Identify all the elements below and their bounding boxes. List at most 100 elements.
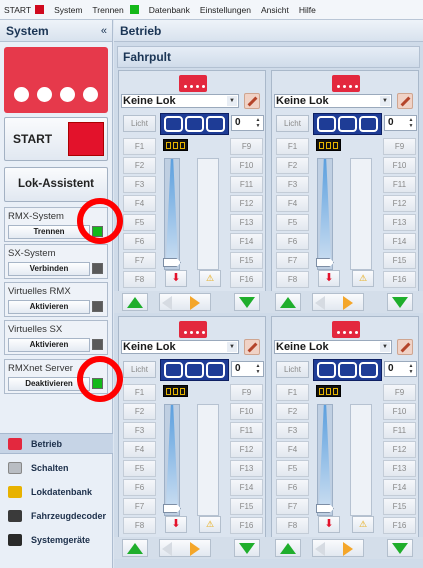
toggle-direction-button[interactable] xyxy=(159,293,211,311)
wrench-icon[interactable] xyxy=(397,339,413,355)
function-button[interactable]: F1 xyxy=(276,384,309,401)
function-button[interactable]: F5 xyxy=(276,214,309,231)
function-button[interactable]: F14 xyxy=(230,233,263,250)
function-button[interactable]: F5 xyxy=(276,460,309,477)
chevron-down-icon[interactable]: ▼ xyxy=(380,96,390,106)
function-button[interactable]: F10 xyxy=(383,403,416,420)
function-button[interactable]: F4 xyxy=(276,195,309,212)
wrench-icon[interactable] xyxy=(244,339,260,355)
function-button[interactable]: F9 xyxy=(383,138,416,155)
menu-ansicht[interactable]: Ansicht xyxy=(261,5,289,15)
warning-icon[interactable]: ⚠ xyxy=(352,270,374,287)
function-button[interactable]: F16 xyxy=(230,517,263,534)
slider-knob[interactable] xyxy=(316,504,334,513)
function-button[interactable]: F8 xyxy=(123,517,156,534)
nav-schalten[interactable]: Schalten xyxy=(0,457,113,478)
function-button[interactable]: F11 xyxy=(383,422,416,439)
chevron-down-icon[interactable]: ▼ xyxy=(380,342,390,352)
licht-button[interactable]: Licht xyxy=(276,361,309,378)
function-button[interactable]: F15 xyxy=(230,498,263,515)
arrow-down-icon[interactable]: ⬇ xyxy=(165,516,187,533)
start-button[interactable]: START xyxy=(4,117,108,161)
warning-icon[interactable]: ⚠ xyxy=(199,516,221,533)
function-button[interactable]: F16 xyxy=(383,271,416,288)
function-button[interactable]: F1 xyxy=(123,384,156,401)
virtual-sx-aktivieren-button[interactable]: Aktivieren xyxy=(8,338,90,352)
slider-knob[interactable] xyxy=(163,504,181,513)
function-button[interactable]: F13 xyxy=(383,460,416,477)
function-button[interactable]: F15 xyxy=(230,252,263,269)
virtual-rmx-aktivieren-button[interactable]: Aktivieren xyxy=(8,300,90,314)
function-button[interactable]: F9 xyxy=(230,138,263,155)
function-button[interactable]: F11 xyxy=(230,422,263,439)
nav-betrieb[interactable]: Betrieb xyxy=(0,433,113,454)
function-button[interactable]: F6 xyxy=(276,479,309,496)
loco-select[interactable]: Keine Lok ▼ xyxy=(121,94,239,108)
forward-button[interactable] xyxy=(122,539,148,557)
function-button[interactable]: F6 xyxy=(123,479,156,496)
reverse-button[interactable] xyxy=(387,293,413,311)
loco-select[interactable]: Keine Lok ▼ xyxy=(121,340,239,354)
function-button[interactable]: F6 xyxy=(276,233,309,250)
function-button[interactable]: F14 xyxy=(230,479,263,496)
function-button[interactable]: F12 xyxy=(383,195,416,212)
lok-assistant-button[interactable]: Lok-Assistent xyxy=(4,167,108,202)
licht-button[interactable]: Licht xyxy=(123,115,156,132)
menu-datenbank[interactable]: Datenbank xyxy=(149,5,190,15)
arrow-down-icon[interactable]: ⬇ xyxy=(318,270,340,287)
forward-button[interactable] xyxy=(275,539,301,557)
licht-button[interactable]: Licht xyxy=(276,115,309,132)
speed-step-input[interactable]: 0 ▲ ▼ xyxy=(384,115,417,131)
forward-button[interactable] xyxy=(275,293,301,311)
sx-verbinden-button[interactable]: Verbinden xyxy=(8,262,90,276)
loco-select[interactable]: Keine Lok ▼ xyxy=(274,340,392,354)
warning-icon[interactable]: ⚠ xyxy=(352,516,374,533)
menu-system[interactable]: System xyxy=(54,5,82,15)
function-button[interactable]: F1 xyxy=(276,138,309,155)
function-button[interactable]: F2 xyxy=(276,403,309,420)
function-button[interactable]: F9 xyxy=(383,384,416,401)
function-button[interactable]: F4 xyxy=(123,441,156,458)
chevron-down-icon[interactable]: ▼ xyxy=(227,342,237,352)
speed-slider[interactable] xyxy=(163,404,181,516)
function-button[interactable]: F14 xyxy=(383,479,416,496)
arrow-down-icon[interactable]: ⬇ xyxy=(165,270,187,287)
chevron-down-icon[interactable]: ▼ xyxy=(227,96,237,106)
function-button[interactable]: F3 xyxy=(123,422,156,439)
function-button[interactable]: F16 xyxy=(230,271,263,288)
toggle-direction-button[interactable] xyxy=(312,293,364,311)
nav-lokdatenbank[interactable]: Lokdatenbank xyxy=(0,481,113,502)
function-button[interactable]: F4 xyxy=(123,195,156,212)
function-button[interactable]: F4 xyxy=(276,441,309,458)
warning-icon[interactable]: ⚠ xyxy=(199,270,221,287)
function-button[interactable]: F10 xyxy=(383,157,416,174)
speed-step-input[interactable]: 0 ▲ ▼ xyxy=(384,361,417,377)
function-button[interactable]: F8 xyxy=(276,271,309,288)
function-button[interactable]: F1 xyxy=(123,138,156,155)
nav-systemgeraete[interactable]: Systemgeräte xyxy=(0,529,113,550)
menu-start[interactable]: START xyxy=(4,5,45,15)
slider-knob[interactable] xyxy=(316,258,334,267)
menu-trennen[interactable]: Trennen xyxy=(92,5,139,15)
function-button[interactable]: F12 xyxy=(383,441,416,458)
function-button[interactable]: F3 xyxy=(276,176,309,193)
function-button[interactable]: F9 xyxy=(230,384,263,401)
function-button[interactable]: F15 xyxy=(383,252,416,269)
speed-slider[interactable] xyxy=(163,158,181,270)
toggle-direction-button[interactable] xyxy=(312,539,364,557)
function-button[interactable]: F12 xyxy=(230,441,263,458)
toggle-direction-button[interactable] xyxy=(159,539,211,557)
reverse-button[interactable] xyxy=(234,293,260,311)
nav-fahrzeugdecoder[interactable]: Fahrzeugdecoder xyxy=(0,505,113,526)
function-button[interactable]: F2 xyxy=(276,157,309,174)
function-button[interactable]: F3 xyxy=(123,176,156,193)
function-button[interactable]: F3 xyxy=(276,422,309,439)
function-button[interactable]: F10 xyxy=(230,403,263,420)
reverse-button[interactable] xyxy=(387,539,413,557)
arrow-down-icon[interactable]: ⬇ xyxy=(318,516,340,533)
speed-slider[interactable] xyxy=(316,404,334,516)
speed-step-input[interactable]: 0 ▲ ▼ xyxy=(231,361,264,377)
function-button[interactable]: F12 xyxy=(230,195,263,212)
speed-slider[interactable] xyxy=(316,158,334,270)
function-button[interactable]: F2 xyxy=(123,157,156,174)
